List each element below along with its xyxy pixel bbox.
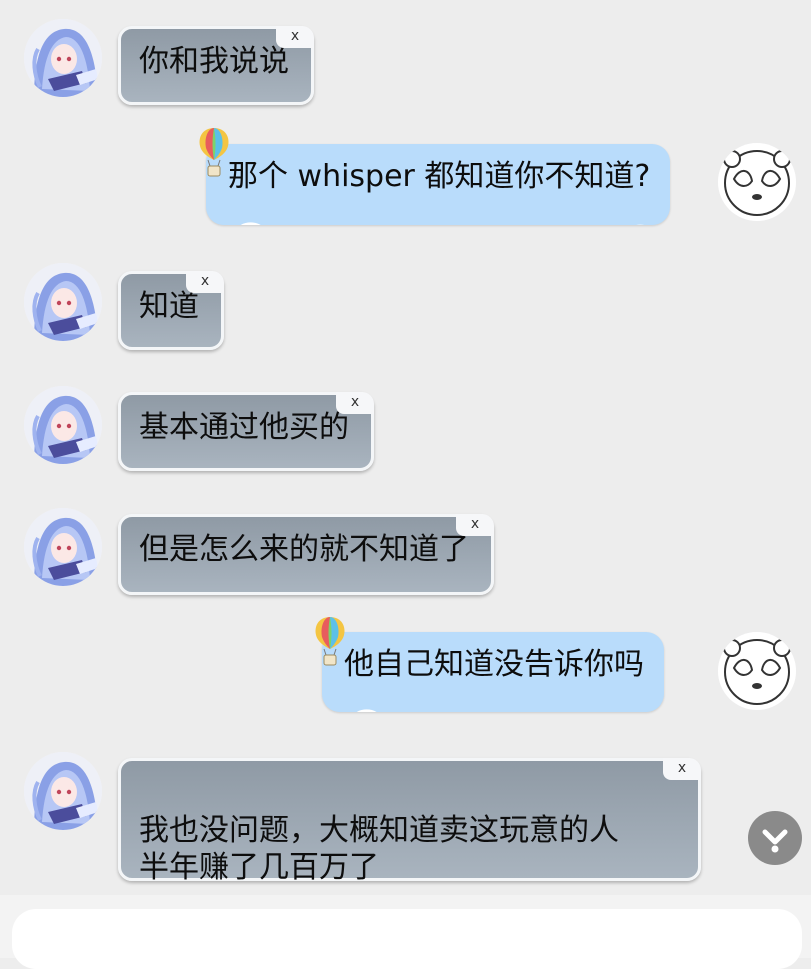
chevron-down-icon: [762, 829, 788, 853]
contact-avatar[interactable]: [24, 19, 102, 97]
contact-avatar[interactable]: [24, 508, 102, 586]
my-avatar[interactable]: [718, 143, 796, 221]
message-bubble-outgoing[interactable]: 他自己知道没告诉你吗: [322, 632, 664, 712]
contact-avatar[interactable]: [24, 263, 102, 341]
contact-avatar[interactable]: [24, 386, 102, 464]
cloud-decoration: [322, 694, 664, 712]
scroll-to-bottom-button[interactable]: [748, 811, 802, 865]
message-composer: [0, 895, 811, 969]
message-text: 你和我说说: [139, 44, 289, 79]
close-icon[interactable]: x: [276, 26, 314, 48]
close-icon[interactable]: x: [456, 514, 494, 536]
message-text: 基本通过他买的: [139, 410, 349, 445]
anime-girl-avatar-icon: [24, 386, 102, 464]
close-icon[interactable]: x: [663, 758, 701, 780]
anime-girl-avatar-icon: [24, 19, 102, 97]
anime-girl-avatar-icon: [24, 263, 102, 341]
message-input[interactable]: [12, 909, 802, 969]
message-bubble-incoming[interactable]: 我也没问题，大概知道卖这玩意的人 半年赚了几百万了 x: [118, 758, 701, 885]
message-text: 那个 whisper 都知道你不知道?: [228, 159, 651, 194]
message-text: 我也没问题，大概知道卖这玩意的人 半年赚了几百万了: [139, 813, 619, 885]
close-icon[interactable]: x: [186, 271, 224, 293]
hot-air-balloon-icon: [199, 127, 229, 177]
cloud-decoration: [206, 207, 671, 225]
message-bubble-incoming[interactable]: 基本通过他买的 x: [118, 392, 374, 471]
message-bubble-incoming[interactable]: 知道 x: [118, 271, 224, 350]
message-text: 知道: [139, 289, 199, 324]
message-bubble-incoming[interactable]: 但是怎么来的就不知道了 x: [118, 514, 494, 595]
my-avatar[interactable]: [718, 632, 796, 710]
message-bubble-outgoing[interactable]: 那个 whisper 都知道你不知道?: [206, 144, 671, 225]
anime-girl-avatar-icon: [24, 752, 102, 830]
contact-avatar[interactable]: [24, 752, 102, 830]
sketch-bear-avatar-icon: [718, 143, 796, 221]
hot-air-balloon-icon: [315, 616, 345, 666]
message-bubble-incoming[interactable]: 你和我说说 x: [118, 26, 314, 105]
sketch-bear-avatar-icon: [718, 632, 796, 710]
message-text: 他自己知道没告诉你吗: [344, 647, 644, 682]
chat-history: 你和我说说 x 那个 whisper 都知道你不知道? 知道 x 基本通过他买的…: [0, 0, 811, 895]
anime-girl-avatar-icon: [24, 508, 102, 586]
close-icon[interactable]: x: [336, 392, 374, 414]
message-text: 但是怎么来的就不知道了: [139, 532, 469, 567]
